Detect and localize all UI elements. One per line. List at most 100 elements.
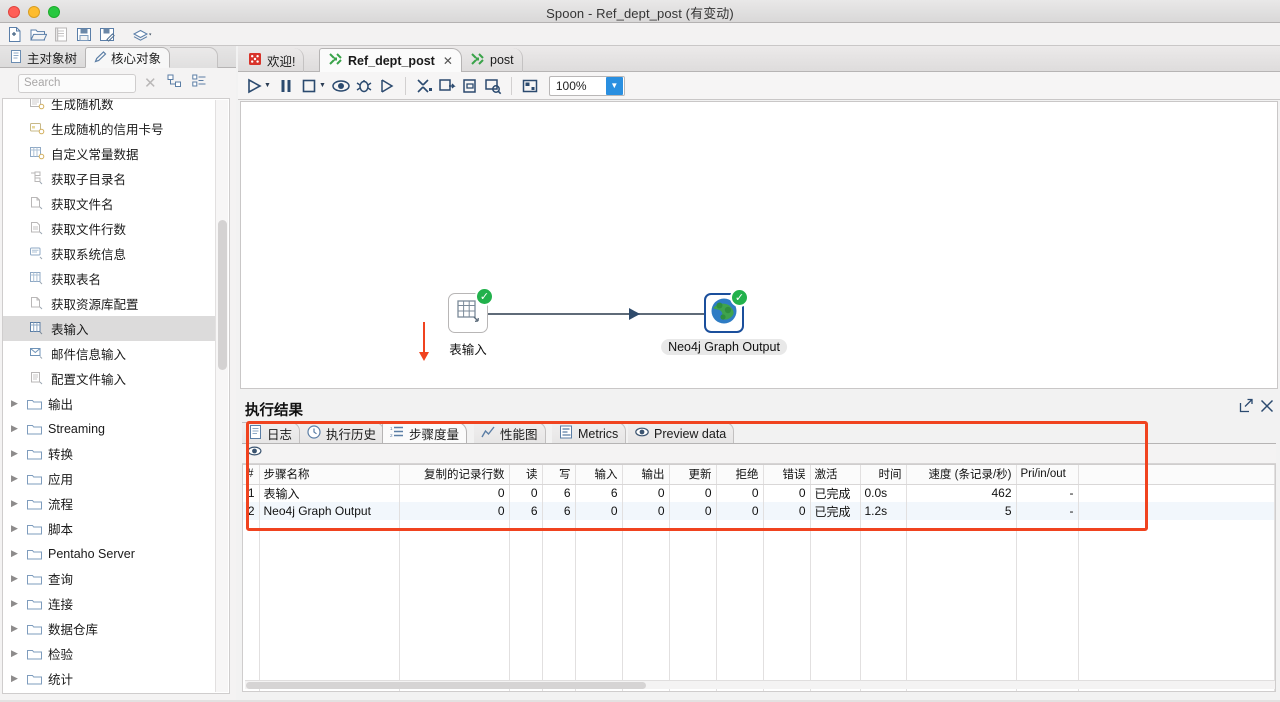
chevron-right-icon[interactable]: ▶ bbox=[11, 524, 21, 533]
col-input[interactable]: 输入 bbox=[575, 465, 623, 485]
tree-vertical-scrollbar[interactable] bbox=[215, 100, 228, 692]
tree-folder-item[interactable]: ▶ 连接 bbox=[3, 591, 215, 616]
hop-line[interactable] bbox=[449, 313, 711, 315]
new-file-icon[interactable] bbox=[6, 26, 24, 43]
tree-step-item[interactable]: 获取子目录名 bbox=[3, 166, 215, 191]
tree-folder-item[interactable]: ▶ 检验 bbox=[3, 641, 215, 666]
tree-step-item-table-input[interactable]: 表输入 bbox=[3, 316, 215, 341]
results-tab-performance-graph[interactable]: 性能图 bbox=[474, 422, 546, 444]
hop-edit-icon[interactable] bbox=[460, 76, 480, 96]
tree-folder-item[interactable]: ▶ Pentaho Server bbox=[3, 541, 215, 566]
open-file-icon[interactable] bbox=[29, 26, 48, 43]
chevron-right-icon[interactable]: ▶ bbox=[11, 474, 21, 483]
tree-folder-item[interactable]: ▶ 应用 bbox=[3, 466, 215, 491]
tab-welcome[interactable]: 欢迎! bbox=[240, 48, 305, 72]
eye-icon[interactable] bbox=[247, 444, 262, 463]
col-output[interactable]: 输出 bbox=[622, 465, 670, 485]
tree-step-item[interactable]: 获取表名 bbox=[3, 266, 215, 291]
tree-step-item[interactable]: 配置文件输入 bbox=[3, 366, 215, 391]
col-active[interactable]: 激活 bbox=[810, 465, 861, 485]
tab-post[interactable]: post bbox=[462, 48, 523, 72]
col-updated[interactable]: 更新 bbox=[669, 465, 717, 485]
results-tab-log[interactable]: 日志 bbox=[242, 422, 301, 444]
scrollbar-thumb[interactable] bbox=[218, 220, 227, 370]
chevron-right-icon[interactable]: ▶ bbox=[11, 549, 21, 558]
tree-folder-item[interactable]: ▶ 转换 bbox=[3, 441, 215, 466]
zoom-combobox[interactable]: 100% ▼ bbox=[548, 75, 625, 96]
explorer-icon[interactable] bbox=[52, 26, 70, 43]
hop-create-icon[interactable] bbox=[437, 76, 457, 96]
col-copied-rows[interactable]: 复制的记录行数 bbox=[399, 465, 510, 485]
col-time[interactable]: 时间 bbox=[860, 465, 907, 485]
col-pri-in-out[interactable]: Pri/in/out bbox=[1016, 465, 1079, 485]
chevron-right-icon[interactable]: ▶ bbox=[11, 399, 21, 408]
tree-step-item[interactable]: 自定义常量数据 bbox=[3, 141, 215, 166]
maximize-icon[interactable] bbox=[1239, 398, 1254, 418]
tree-step-item[interactable]: 生成随机的信用卡号 bbox=[3, 116, 215, 141]
table-row[interactable]: 2 Neo4j Graph Output 0 6 6 0 0 0 0 0 已完成… bbox=[243, 502, 1275, 520]
tab-ref-dept-post[interactable]: Ref_dept_post ✕ bbox=[319, 48, 462, 72]
inspect-icon[interactable] bbox=[483, 76, 503, 96]
stop-icon[interactable] bbox=[299, 76, 319, 96]
save-icon[interactable] bbox=[75, 26, 93, 43]
chevron-right-icon[interactable]: ▶ bbox=[11, 599, 21, 608]
col-written[interactable]: 写 bbox=[542, 465, 576, 485]
pause-icon[interactable] bbox=[276, 76, 296, 96]
tree-folder-item[interactable]: ▶ 脚本 bbox=[3, 516, 215, 541]
sidebar-tab-main-object-tree[interactable]: 主对象树 bbox=[2, 47, 85, 68]
canvas-step-table-input[interactable]: ✓ 表输入 bbox=[448, 287, 494, 357]
replay-icon[interactable] bbox=[377, 76, 397, 96]
table-row[interactable]: 1 表输入 0 0 6 6 0 0 0 0 已完成 0.0s 462 - bbox=[243, 484, 1275, 502]
save-as-icon[interactable] bbox=[98, 26, 116, 43]
chevron-right-icon[interactable]: ▶ bbox=[11, 449, 21, 458]
clear-search-icon[interactable]: ✕ bbox=[144, 76, 157, 91]
debug-icon[interactable] bbox=[354, 76, 374, 96]
tree-step-item[interactable]: 邮件信息输入 bbox=[3, 341, 215, 366]
col-step-name[interactable]: 步骤名称 bbox=[259, 465, 400, 485]
tree-folder-item[interactable]: ▶ 输出 bbox=[3, 391, 215, 416]
results-tab-preview-data[interactable]: Preview data bbox=[628, 422, 735, 444]
results-tab-step-metrics[interactable]: 12 步骤度量 bbox=[382, 422, 468, 444]
grid-horizontal-scrollbar[interactable] bbox=[245, 680, 1275, 689]
col-read[interactable]: 读 bbox=[509, 465, 543, 485]
collapse-all-icon[interactable] bbox=[191, 74, 207, 93]
preview-icon[interactable] bbox=[331, 76, 351, 96]
tree-folder-item[interactable]: ▶ Streaming bbox=[3, 416, 215, 441]
expand-all-icon[interactable] bbox=[167, 74, 182, 93]
tree-step-item[interactable]: 获取文件行数 bbox=[3, 216, 215, 241]
grid-icon[interactable] bbox=[520, 76, 540, 96]
col-speed[interactable]: 速度 (条记录/秒) bbox=[906, 465, 1017, 485]
tree-folder-item[interactable]: ▶ 查询 bbox=[3, 566, 215, 591]
sidebar-tab-core-objects[interactable]: 核心对象 bbox=[85, 47, 171, 68]
align-snap-icon[interactable] bbox=[414, 76, 434, 96]
tree-step-item[interactable]: 获取系统信息 bbox=[3, 241, 215, 266]
transformation-canvas[interactable]: ✓ 表输入 ✓ Neo4j Graph Output bbox=[240, 101, 1278, 389]
tree-step-item[interactable]: 获取资源库配置 bbox=[3, 291, 215, 316]
chevron-right-icon[interactable]: ▶ bbox=[11, 499, 21, 508]
chevron-down-icon[interactable]: ▼ bbox=[605, 76, 623, 95]
scrollbar-thumb[interactable] bbox=[246, 682, 646, 689]
perspective-icon[interactable] bbox=[132, 26, 152, 43]
tree-folder-item[interactable]: ▶ 统计 bbox=[3, 666, 215, 691]
search-input[interactable]: Search bbox=[18, 73, 136, 93]
chevron-right-icon[interactable]: ▶ bbox=[11, 574, 21, 583]
col-rejected[interactable]: 拒绝 bbox=[716, 465, 764, 485]
run-dropdown-icon[interactable]: ▼ bbox=[264, 82, 271, 89]
tree-folder-item[interactable]: ▶ 流程 bbox=[3, 491, 215, 516]
tree-folder-item[interactable]: ▶ 数据仓库 bbox=[3, 616, 215, 641]
chevron-right-icon[interactable]: ▶ bbox=[11, 674, 21, 683]
stop-dropdown-icon[interactable]: ▼ bbox=[319, 82, 326, 89]
results-tab-execution-history[interactable]: 执行历史 bbox=[300, 422, 385, 444]
run-icon[interactable] bbox=[244, 76, 264, 96]
col-index[interactable]: # bbox=[243, 465, 260, 485]
core-objects-tree[interactable]: 生成随机数 生成随机的信用卡号 自定义常量数据 获取子目录名 获取文件名 获取文… bbox=[2, 98, 230, 694]
close-icon[interactable] bbox=[1260, 399, 1274, 418]
chevron-right-icon[interactable]: ▶ bbox=[11, 649, 21, 658]
tree-step-item[interactable]: 获取文件名 bbox=[3, 191, 215, 216]
close-tab-icon[interactable]: ✕ bbox=[443, 54, 453, 68]
results-tab-metrics[interactable]: Metrics bbox=[552, 422, 627, 444]
chevron-right-icon[interactable]: ▶ bbox=[11, 424, 21, 433]
canvas-step-neo4j-graph-output[interactable]: ✓ Neo4j Graph Output bbox=[661, 288, 787, 355]
step-metrics-grid[interactable]: # 步骤名称 复制的记录行数 读 写 输入 输出 更新 拒绝 错误 激活 时间 bbox=[242, 464, 1276, 692]
chevron-right-icon[interactable]: ▶ bbox=[11, 624, 21, 633]
